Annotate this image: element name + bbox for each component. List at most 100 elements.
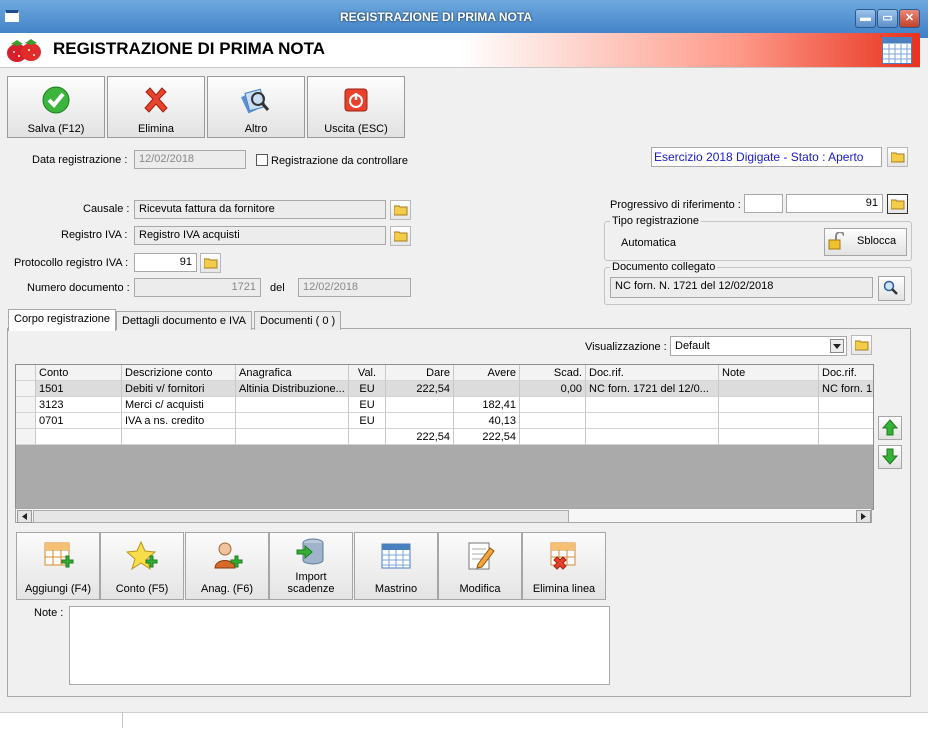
tab-dettagli-documento[interactable]: Dettagli documento e IVA bbox=[116, 311, 252, 330]
table-cell[interactable] bbox=[386, 413, 454, 429]
tab-corpo-registrazione[interactable]: Corpo registrazione bbox=[8, 309, 116, 331]
scroll-left-icon[interactable] bbox=[17, 510, 32, 523]
delete-line-button[interactable]: Elimina linea bbox=[522, 532, 606, 600]
grid-header-cell[interactable]: Avere bbox=[454, 365, 520, 381]
horizontal-scrollbar[interactable] bbox=[15, 508, 872, 523]
table-cell[interactable]: 0701 bbox=[36, 413, 122, 429]
protocollo-folder-button[interactable] bbox=[200, 253, 221, 273]
row-indicator[interactable] bbox=[16, 397, 36, 413]
progressivo-folder-button[interactable] bbox=[887, 194, 908, 214]
table-cell[interactable]: 1501 bbox=[36, 381, 122, 397]
exit-button[interactable]: Uscita (ESC) bbox=[307, 76, 405, 138]
grid-header-cell[interactable]: Note bbox=[719, 365, 819, 381]
table-cell[interactable] bbox=[520, 413, 586, 429]
add-line-button[interactable]: Aggiungi (F4) bbox=[16, 532, 100, 600]
documento-search-button[interactable] bbox=[878, 276, 905, 301]
table-cell[interactable]: NC forn. 1 bbox=[819, 381, 873, 397]
table-cell[interactable] bbox=[586, 413, 719, 429]
table-cell[interactable]: 3123 bbox=[36, 397, 122, 413]
anagrafica-button[interactable]: Anag. (F6) bbox=[185, 532, 269, 600]
table-cell[interactable] bbox=[386, 397, 454, 413]
table-cell[interactable] bbox=[36, 429, 122, 445]
table-cell[interactable]: Altinia Distribuzione... bbox=[236, 381, 349, 397]
table-cell[interactable] bbox=[719, 429, 819, 445]
sblocca-button[interactable]: Sblocca bbox=[824, 228, 907, 256]
move-up-button[interactable] bbox=[878, 416, 902, 440]
causale-field[interactable]: Ricevuta fattura da fornitore bbox=[134, 200, 386, 219]
table-cell[interactable]: EU bbox=[349, 397, 386, 413]
row-indicator[interactable] bbox=[16, 413, 36, 429]
table-cell[interactable] bbox=[719, 397, 819, 413]
causale-folder-button[interactable] bbox=[390, 200, 411, 220]
table-cell[interactable] bbox=[586, 397, 719, 413]
note-textarea[interactable] bbox=[69, 606, 610, 685]
date-field[interactable]: 12/02/2018 bbox=[134, 150, 246, 169]
progressivo-field[interactable]: 91 bbox=[786, 194, 883, 213]
del-date-field[interactable]: 12/02/2018 bbox=[298, 278, 411, 297]
tab-documenti[interactable]: Documenti ( 0 ) bbox=[254, 311, 342, 330]
table-cell[interactable]: 222,54 bbox=[386, 429, 454, 445]
progressivo-prefix-field[interactable] bbox=[744, 194, 783, 213]
delete-button[interactable]: Elimina bbox=[107, 76, 205, 138]
grid-header-cell[interactable]: Conto bbox=[36, 365, 122, 381]
table-row[interactable]: 0701 IVA a ns. credito EU 40,13 bbox=[16, 413, 873, 429]
table-cell[interactable] bbox=[586, 429, 719, 445]
modifica-button[interactable]: Modifica bbox=[438, 532, 522, 600]
grid-header-cell[interactable]: Val. bbox=[349, 365, 386, 381]
chevron-down-icon[interactable] bbox=[830, 339, 844, 353]
table-cell[interactable]: 0,00 bbox=[520, 381, 586, 397]
grid-header-cell[interactable]: Dare bbox=[386, 365, 454, 381]
table-row[interactable]: 3123 Merci c/ acquisti EU 182,41 bbox=[16, 397, 873, 413]
table-cell[interactable] bbox=[819, 429, 873, 445]
grid-header-cell[interactable]: Scad. bbox=[520, 365, 586, 381]
grid-header-cell[interactable]: Anagrafica bbox=[236, 365, 349, 381]
documento-collegato-field[interactable]: NC forn. N. 1721 del 12/02/2018 bbox=[610, 277, 873, 298]
table-cell[interactable]: NC forn. 1721 del 12/0... bbox=[586, 381, 719, 397]
table-cell[interactable]: 40,13 bbox=[454, 413, 520, 429]
table-cell[interactable] bbox=[236, 429, 349, 445]
visualizzazione-folder-button[interactable] bbox=[851, 335, 872, 355]
table-row[interactable]: 1501 Debiti v/ fornitori Altinia Distribuz… bbox=[16, 381, 873, 397]
table-row[interactable]: 222,54 222,54 bbox=[16, 429, 873, 445]
table-cell[interactable] bbox=[819, 397, 873, 413]
table-cell[interactable] bbox=[819, 413, 873, 429]
grid-header-cell[interactable]: Doc.rif. bbox=[819, 365, 873, 381]
table-cell[interactable] bbox=[236, 413, 349, 429]
table-cell[interactable] bbox=[349, 429, 386, 445]
close-button[interactable]: ✕ bbox=[899, 9, 920, 28]
registro-folder-button[interactable] bbox=[390, 226, 411, 246]
minimize-button[interactable]: ▬ bbox=[855, 9, 876, 28]
table-cell[interactable] bbox=[520, 429, 586, 445]
table-cell[interactable] bbox=[122, 429, 236, 445]
visualizzazione-select[interactable]: Default bbox=[670, 336, 847, 356]
protocollo-field[interactable]: 91 bbox=[134, 253, 197, 272]
table-cell[interactable]: IVA a ns. credito bbox=[122, 413, 236, 429]
registration-grid[interactable]: Conto Descrizione conto Anagrafica Val. Dare… bbox=[15, 364, 874, 510]
table-cell[interactable]: Merci c/ acquisti bbox=[122, 397, 236, 413]
table-cell[interactable] bbox=[454, 381, 520, 397]
row-indicator[interactable] bbox=[16, 429, 36, 445]
table-cell[interactable]: 222,54 bbox=[386, 381, 454, 397]
table-cell[interactable]: EU bbox=[349, 381, 386, 397]
table-cell[interactable]: 222,54 bbox=[454, 429, 520, 445]
check-to-verify-checkbox[interactable] bbox=[256, 154, 268, 166]
numdoc-field[interactable]: 1721 bbox=[134, 278, 261, 297]
table-cell[interactable]: Debiti v/ fornitori bbox=[122, 381, 236, 397]
import-scadenze-button[interactable]: Import scadenze bbox=[269, 532, 353, 600]
table-cell[interactable]: 182,41 bbox=[454, 397, 520, 413]
table-cell[interactable]: EU bbox=[349, 413, 386, 429]
grid-header-cell[interactable]: Descrizione conto bbox=[122, 365, 236, 381]
table-cell[interactable] bbox=[719, 381, 819, 397]
scroll-thumb[interactable] bbox=[33, 510, 569, 523]
esercizio-folder-button[interactable] bbox=[887, 147, 908, 167]
conto-button[interactable]: Conto (F5) bbox=[100, 532, 184, 600]
table-cell[interactable] bbox=[236, 397, 349, 413]
registro-field[interactable]: Registro IVA acquisti bbox=[134, 226, 386, 245]
scroll-right-icon[interactable] bbox=[856, 510, 871, 523]
move-down-button[interactable] bbox=[878, 445, 902, 469]
grid-header-cell[interactable]: Doc.rif. bbox=[586, 365, 719, 381]
row-indicator[interactable] bbox=[16, 381, 36, 397]
mastrino-button[interactable]: Mastrino bbox=[354, 532, 438, 600]
other-button[interactable]: Altro bbox=[207, 76, 305, 138]
save-button[interactable]: Salva (F12) bbox=[7, 76, 105, 138]
